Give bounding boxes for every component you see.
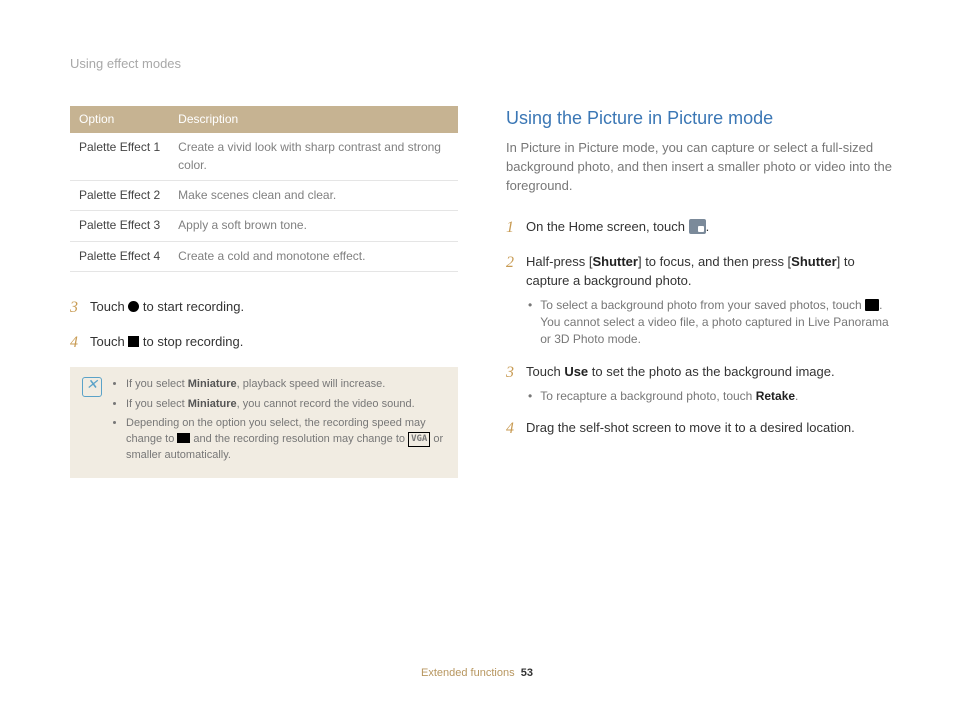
stop-icon — [128, 336, 139, 347]
text-bold: Shutter — [592, 254, 638, 269]
pip-mode-icon — [689, 219, 706, 234]
cell-option: Palette Effect 3 — [70, 211, 169, 241]
step-body: Half-press [Shutter] to focus, and then … — [526, 251, 894, 349]
step-body: On the Home screen, touch . — [526, 216, 894, 239]
footer-section: Extended functions — [421, 667, 515, 679]
table-row: Palette Effect 4 Create a cold and monot… — [70, 241, 458, 271]
table-row: Palette Effect 2 Make scenes clean and c… — [70, 181, 458, 211]
text: , playback speed will increase. — [237, 378, 386, 390]
sub-bullet: To recapture a background photo, touch R… — [526, 388, 894, 405]
step-3: 3 Touch to start recording. — [70, 296, 458, 319]
vga-icon: VGA — [408, 432, 430, 447]
th-option: Option — [70, 106, 169, 133]
page-number: 53 — [521, 667, 533, 679]
step-number: 3 — [506, 361, 518, 405]
text: To select a background photo from your s… — [540, 298, 865, 312]
text: If you select — [126, 378, 188, 390]
note-item: Depending on the option you select, the … — [126, 416, 446, 464]
text: Touch — [90, 299, 128, 314]
cell-desc: Create a cold and monotone effect. — [169, 241, 458, 271]
step-number: 3 — [70, 296, 82, 319]
step-body: Touch to stop recording. — [90, 331, 458, 354]
note-box: ✕ If you select Miniature, playback spee… — [70, 367, 458, 479]
gallery-icon — [865, 299, 879, 311]
step-2: 2 Half-press [Shutter] to focus, and the… — [506, 251, 894, 349]
text-bold: Miniature — [188, 378, 237, 390]
step-number: 4 — [70, 331, 82, 354]
note-item: If you select Miniature, playback speed … — [126, 377, 446, 393]
page-footer: Extended functions 53 — [0, 666, 954, 682]
cell-desc: Make scenes clean and clear. — [169, 181, 458, 211]
section-intro: In Picture in Picture mode, you can capt… — [506, 139, 894, 196]
left-column: Using effect modes Option Description Pa… — [70, 55, 458, 478]
text: to start recording. — [139, 299, 244, 314]
text: and the recording resolution may change … — [190, 433, 408, 445]
text: Half-press [ — [526, 254, 592, 269]
text: On the Home screen, touch — [526, 219, 689, 234]
text: Touch — [526, 364, 564, 379]
sub-bullet: To select a background photo from your s… — [526, 297, 894, 349]
section-title: Using the Picture in Picture mode — [506, 105, 894, 131]
step-1: 1 On the Home screen, touch . — [506, 216, 894, 239]
record-icon — [128, 301, 139, 312]
cell-option: Palette Effect 1 — [70, 133, 169, 180]
text: . — [795, 389, 798, 403]
note-item: If you select Miniature, you cannot reco… — [126, 397, 446, 413]
step-4: 4 Touch to stop recording. — [70, 331, 458, 354]
cell-desc: Apply a soft brown tone. — [169, 211, 458, 241]
text-bold: Miniature — [188, 398, 237, 410]
note-list: If you select Miniature, playback speed … — [112, 377, 446, 469]
step-4-right: 4 Drag the self-shot screen to move it t… — [506, 417, 894, 440]
step-number: 1 — [506, 216, 518, 239]
page-header: Using effect modes — [70, 55, 458, 74]
th-description: Description — [169, 106, 458, 133]
step-body: Touch to start recording. — [90, 296, 458, 319]
text-bold: Shutter — [791, 254, 837, 269]
text-bold: Use — [564, 364, 588, 379]
text: ] to focus, and then press [ — [638, 254, 791, 269]
note-icon: ✕ — [82, 377, 102, 397]
text-bold: Retake — [756, 389, 795, 403]
page-content: Using effect modes Option Description Pa… — [0, 0, 954, 478]
step-body: Touch Use to set the photo as the backgr… — [526, 361, 894, 405]
palette-effect-table: Option Description Palette Effect 1 Crea… — [70, 106, 458, 272]
step-number: 4 — [506, 417, 518, 440]
right-column: Using the Picture in Picture mode In Pic… — [506, 55, 894, 478]
cell-desc: Create a vivid look with sharp contrast … — [169, 133, 458, 180]
step-body: Drag the self-shot screen to move it to … — [526, 417, 894, 440]
cell-option: Palette Effect 2 — [70, 181, 169, 211]
text: To recapture a background photo, touch — [540, 389, 755, 403]
text: Touch — [90, 334, 128, 349]
step-3-right: 3 Touch Use to set the photo as the back… — [506, 361, 894, 405]
text: to set the photo as the background image… — [588, 364, 834, 379]
text: If you select — [126, 398, 188, 410]
speed-icon — [177, 433, 190, 443]
table-row: Palette Effect 3 Apply a soft brown tone… — [70, 211, 458, 241]
table-row: Palette Effect 1 Create a vivid look wit… — [70, 133, 458, 180]
cell-option: Palette Effect 4 — [70, 241, 169, 271]
text: . — [706, 219, 710, 234]
text: to stop recording. — [139, 334, 243, 349]
text: , you cannot record the video sound. — [237, 398, 415, 410]
step-number: 2 — [506, 251, 518, 349]
